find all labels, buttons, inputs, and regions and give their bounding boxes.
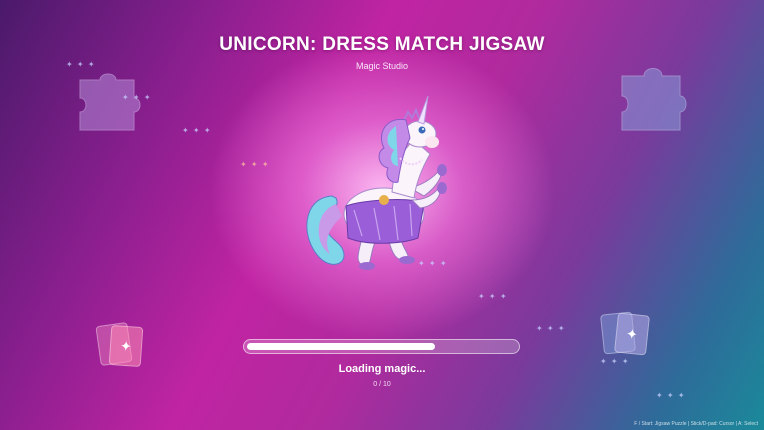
puzzle-piece-left-icon [79,73,141,131]
sparkle-icon: ✦ ✦ ✦ [122,93,152,102]
sparkle-icon: ✦ ✦ ✦ [182,126,212,135]
loading-text: Loading magic... [338,363,426,375]
card-icon: ✦ [108,324,144,368]
studio-name: Magic Studio [355,61,409,71]
sparkle-icon: ✦ ✦ ✦ [536,324,566,333]
card-stack-left: ✦ [95,321,148,368]
unicorn-mascot [306,95,447,270]
game-title: UNICORN: DRESS MATCH JIGSAW [219,34,545,55]
puzzle-piece-right-icon [621,68,687,131]
sparkle-icon: ✦ [625,324,639,343]
sparkle-icon: ✦ ✦ ✦ [240,160,270,169]
card-icon: ✦ [613,312,651,356]
loading-screen: ✦ ✦ ✦ ✦ ✦ ✦ ✦ ✦ ✦ ✦ ✦ ✦ ✦ ✦ ✦ ✦ ✦ ✦ ✦ ✦ … [0,0,764,430]
card-stack-right: ✦ [599,310,656,360]
loading-progress-bar [243,339,520,354]
loading-counter: 0 / 10 [373,381,391,388]
sparkle-icon: ✦ [119,337,133,354]
sparkle-icon: ✦ ✦ ✦ [656,391,686,400]
sparkle-icon: ✦ ✦ ✦ [478,292,508,301]
controls-hint: F / Start: Jigsaw Puzzle | Stick/D-pad: … [634,421,758,427]
loading-progress-fill [247,343,435,350]
